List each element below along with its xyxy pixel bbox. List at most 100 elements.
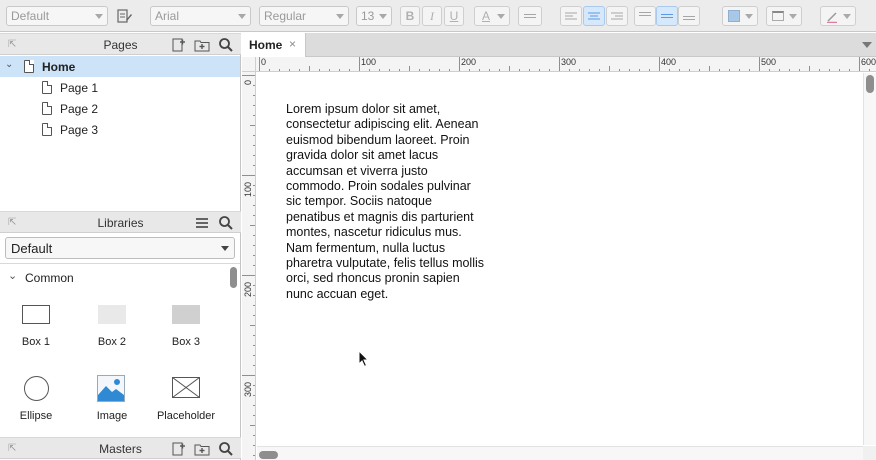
edit-style-icon[interactable] xyxy=(116,8,132,24)
ruler-tick xyxy=(253,135,255,136)
expand-arrow-icon: ⌄ xyxy=(8,270,18,282)
add-folder-icon[interactable] xyxy=(194,441,210,457)
ruler-tick xyxy=(739,69,740,71)
text-line: gravida dolor sit amet lacus xyxy=(286,148,439,163)
line-color-button[interactable] xyxy=(820,6,856,26)
page-item-1[interactable]: Page 1 xyxy=(0,77,240,98)
align-left-button[interactable] xyxy=(560,6,582,26)
ruler-tick xyxy=(439,69,440,71)
widget-label: Ellipse xyxy=(19,410,53,422)
canvas-horizontal-scrollbar[interactable] xyxy=(257,446,863,460)
ruler-tick xyxy=(549,69,550,71)
search-icon[interactable] xyxy=(218,215,234,231)
font-weight-value: Regular xyxy=(264,9,307,23)
horizontal-ruler: 0 100 200 300 400 500 600 xyxy=(256,57,876,72)
fill-color-button[interactable] xyxy=(722,6,758,26)
widget-label: Placeholder xyxy=(156,410,216,422)
vertical-ruler: 0 100 200 300 xyxy=(242,72,256,460)
widget-placeholder[interactable]: Placeholder xyxy=(151,375,221,425)
italic-button[interactable]: I xyxy=(422,6,442,26)
text-widget[interactable]: Lorem ipsum dolor sit amet, consectetur a… xyxy=(286,102,501,302)
close-icon[interactable]: × xyxy=(289,37,296,51)
underline-button[interactable]: U xyxy=(444,6,464,26)
widget-box2[interactable]: Box 2 xyxy=(77,303,147,353)
ruler-tick xyxy=(253,205,255,206)
search-icon[interactable] xyxy=(218,441,234,457)
font-size-select[interactable]: 13 xyxy=(356,6,392,26)
ruler-tick xyxy=(839,69,840,71)
widget-box1[interactable]: Box 1 xyxy=(1,303,71,353)
ruler-tick xyxy=(809,66,810,71)
chevron-down-icon xyxy=(221,246,229,251)
text-color-button[interactable]: A xyxy=(474,6,510,26)
add-folder-icon[interactable] xyxy=(194,37,210,53)
library-scrollbar[interactable] xyxy=(230,267,237,288)
align-top-button[interactable] xyxy=(634,6,656,26)
tab-menu-chevron-icon[interactable] xyxy=(862,42,872,48)
ruler-tick xyxy=(253,235,255,236)
ruler-tick xyxy=(489,69,490,71)
image-icon xyxy=(97,375,125,402)
canvas-vertical-scrollbar[interactable] xyxy=(863,73,876,445)
widget-ellipse[interactable]: Ellipse xyxy=(1,375,71,425)
ruler-tick xyxy=(679,69,680,71)
widget-label: Box 3 xyxy=(171,336,201,348)
font-weight-select[interactable]: Regular xyxy=(259,6,349,26)
ruler-tick xyxy=(253,435,255,436)
add-master-icon[interactable] xyxy=(170,441,186,457)
ruler-tick xyxy=(279,69,280,71)
masters-panel-header: ⇱ Masters xyxy=(0,437,241,459)
filled-box-icon xyxy=(172,305,200,324)
ruler-tick xyxy=(253,415,255,416)
widget-image[interactable]: Image xyxy=(77,375,147,425)
ruler-tick xyxy=(253,355,255,356)
chevron-down-icon xyxy=(745,14,753,19)
ruler-tick xyxy=(599,69,600,71)
tab-home[interactable]: Home × xyxy=(242,33,306,57)
library-select-value: Default xyxy=(11,241,53,256)
align-middle-button[interactable] xyxy=(656,6,678,26)
ruler-tick xyxy=(253,95,255,96)
search-icon[interactable] xyxy=(218,37,234,53)
page-icon xyxy=(24,60,34,73)
tab-label: Home xyxy=(249,38,283,52)
menu-icon[interactable] xyxy=(194,215,210,231)
vertical-scroll-thumb[interactable] xyxy=(866,75,874,93)
align-center-button[interactable] xyxy=(583,6,605,26)
ruler-tick xyxy=(629,69,630,71)
list-icon xyxy=(524,12,536,20)
page-label: Page 3 xyxy=(60,123,99,137)
design-canvas[interactable]: Lorem ipsum dolor sit amet, consectetur a… xyxy=(257,73,863,445)
border-icon xyxy=(772,11,784,21)
page-item-2[interactable]: Page 2 xyxy=(0,98,240,119)
page-item-home[interactable]: ⌄ Home xyxy=(0,56,240,77)
widget-group-header[interactable]: ⌄ Common xyxy=(0,269,224,287)
align-bottom-button[interactable] xyxy=(678,6,700,26)
add-page-icon[interactable] xyxy=(170,37,186,53)
chevron-down-icon xyxy=(843,14,851,19)
font-family-select[interactable]: Arial xyxy=(150,6,251,26)
rectangle-icon xyxy=(22,305,50,324)
expand-arrow-icon[interactable]: ⌄ xyxy=(5,59,13,70)
bold-button[interactable]: B xyxy=(400,6,420,26)
ruler-tick xyxy=(253,405,255,406)
ruler-tick xyxy=(609,66,610,71)
ruler-tick xyxy=(469,69,470,71)
horizontal-scroll-thumb[interactable] xyxy=(259,451,278,459)
ruler-tick xyxy=(849,69,850,71)
page-item-3[interactable]: Page 3 xyxy=(0,119,240,140)
ruler-label: 300 xyxy=(243,381,253,397)
style-select[interactable]: Default xyxy=(6,6,108,26)
ruler-tick xyxy=(859,57,860,71)
align-center-icon xyxy=(588,11,600,22)
text-line: commodo. Proin sodales pulvinar xyxy=(286,179,471,194)
border-button[interactable] xyxy=(766,6,802,26)
ruler-tick xyxy=(369,69,370,71)
bullet-list-button[interactable] xyxy=(518,6,542,26)
widget-box3[interactable]: Box 3 xyxy=(151,303,221,353)
align-right-button[interactable] xyxy=(606,6,628,26)
ruler-tick xyxy=(250,125,255,126)
ruler-tick xyxy=(253,115,255,116)
library-select[interactable]: Default xyxy=(5,237,235,259)
ruler-label: 200 xyxy=(461,57,477,67)
